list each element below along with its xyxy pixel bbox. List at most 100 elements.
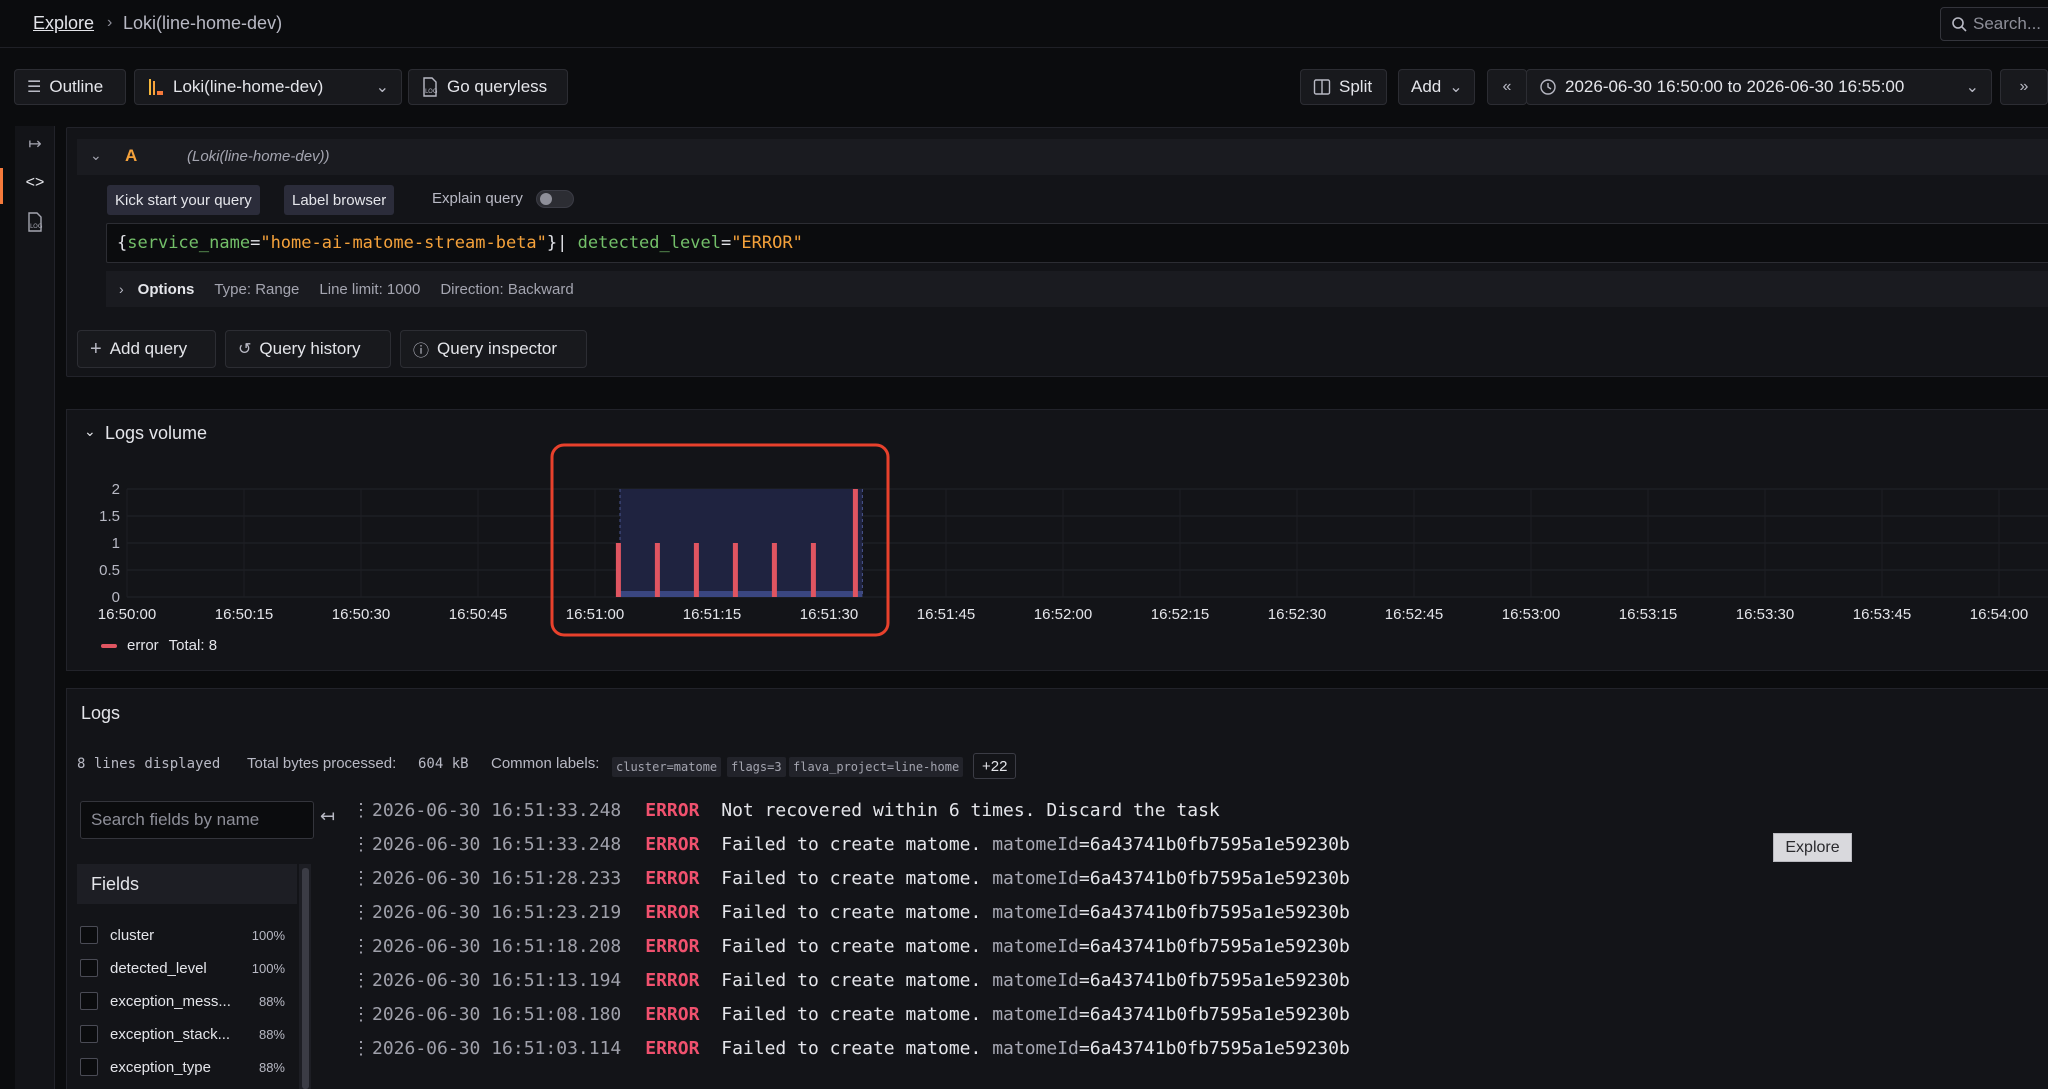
fields-search-input[interactable]: Search fields by name <box>80 801 314 839</box>
legend-total: Total: 8 <box>168 637 218 654</box>
volume-bar <box>771 543 777 597</box>
volume-bar <box>852 489 858 597</box>
chart-legend[interactable]: error Total: 8 <box>101 637 217 654</box>
field-name: exception_type <box>110 1058 211 1076</box>
log-timestamp: 2026-06-30 16:51:33.248 <box>372 833 622 855</box>
field-checkbox[interactable] <box>80 992 98 1010</box>
logs-volume-chart: 0 0.5 1 1.5 2 16:50:00 16:50:15 16:50:30 16:50:4… <box>98 443 2048 637</box>
log-level: ERROR <box>645 1037 700 1059</box>
log-row-menu-icon[interactable]: ⋮ <box>350 902 372 923</box>
volume-bar <box>732 543 738 597</box>
lines-displayed: 8 lines displayed <box>77 756 221 772</box>
field-name: exception_stack... <box>110 1025 231 1043</box>
log-row[interactable]: ⋮ 2026-06-30 16:51:23.219 ERROR Failed to c… <box>350 895 1350 929</box>
log-level: ERROR <box>645 969 700 991</box>
log-row[interactable]: ⋮ 2026-06-30 16:51:03.114 ERROR Failed to c… <box>350 1031 1350 1065</box>
common-label-chip: flags=3 <box>727 757 786 777</box>
field-item[interactable]: exception_type 88% <box>80 1052 285 1082</box>
common-labels-label: Common labels: <box>491 755 600 772</box>
log-row-menu-icon[interactable]: ⋮ <box>350 834 372 855</box>
log-row-menu-icon[interactable]: ⋮ <box>350 1038 372 1059</box>
log-field-key: matomeId <box>992 1003 1079 1025</box>
field-item[interactable]: exception_stack... 88% <box>80 1019 285 1049</box>
log-message: Not recovered within 6 times. Discard th… <box>721 799 1220 821</box>
field-checkbox[interactable] <box>80 1058 98 1076</box>
y-tick-label: 2 <box>112 481 120 498</box>
log-row-menu-icon[interactable]: ⋮ <box>350 936 372 957</box>
x-tick-label: 16:51:45 <box>917 606 975 623</box>
field-item[interactable]: detected_level 100% <box>80 953 285 983</box>
log-message: Failed to create matome. <box>721 969 993 991</box>
x-tick-label: 16:51:30 <box>800 606 858 623</box>
log-field-key: matomeId <box>992 969 1079 991</box>
field-item[interactable]: exception_mess... 88% <box>80 986 285 1016</box>
log-field-key: matomeId <box>992 1037 1079 1059</box>
log-level: ERROR <box>645 833 700 855</box>
more-labels-button[interactable]: +22 <box>973 753 1017 779</box>
x-tick-label: 16:52:15 <box>1151 606 1209 623</box>
x-tick-label: 16:50:15 <box>215 606 273 623</box>
log-message: Failed to create matome. <box>721 833 993 855</box>
x-tick-label: 16:52:30 <box>1268 606 1326 623</box>
log-row[interactable]: ⋮ 2026-06-30 16:51:08.180 ERROR Failed to c… <box>350 997 1350 1031</box>
x-tick-label: 16:51:15 <box>683 606 741 623</box>
log-timestamp: 2026-06-30 16:51:03.114 <box>372 1037 622 1059</box>
field-percentage: 100% <box>251 960 285 976</box>
field-item[interactable]: cluster 100% <box>80 920 285 950</box>
log-field-value: =6a43741b0fb7595a1e59230b <box>1078 1037 1350 1059</box>
log-timestamp: 2026-06-30 16:51:18.208 <box>372 935 622 957</box>
field-name: cluster <box>110 926 155 944</box>
explore-button[interactable]: Explore <box>1773 833 1852 862</box>
log-level: ERROR <box>645 901 700 923</box>
x-tick-label: 16:50:00 <box>98 606 156 623</box>
log-row-menu-icon[interactable]: ⋮ <box>350 800 372 821</box>
log-row[interactable]: ⋮ 2026-06-30 16:51:18.208 ERROR Failed to c… <box>350 929 1350 963</box>
log-timestamp: 2026-06-30 16:51:08.180 <box>372 1003 622 1025</box>
log-field-value: =6a43741b0fb7595a1e59230b <box>1078 1003 1350 1025</box>
log-row-menu-icon[interactable]: ⋮ <box>350 970 372 991</box>
log-level: ERROR <box>645 1003 700 1025</box>
field-checkbox[interactable] <box>80 1025 98 1043</box>
log-field-value: =6a43741b0fb7595a1e59230b <box>1078 935 1350 957</box>
log-field-value: =6a43741b0fb7595a1e59230b <box>1078 969 1350 991</box>
collapse-sidebar-icon[interactable]: ↤ <box>320 806 335 827</box>
log-timestamp: 2026-06-30 16:51:23.219 <box>372 901 622 923</box>
fields-search-placeholder: Search fields by name <box>91 810 260 829</box>
log-field-value: =6a43741b0fb7595a1e59230b <box>1078 833 1350 855</box>
fields-scrollbar-thumb[interactable] <box>302 868 309 1089</box>
x-tick-label: 16:50:45 <box>449 606 507 623</box>
log-field-key: matomeId <box>992 867 1079 889</box>
log-field-key: matomeId <box>992 901 1079 923</box>
log-row[interactable]: ⋮ 2026-06-30 16:51:33.248 ERROR Failed to c… <box>350 827 1350 861</box>
log-timestamp: 2026-06-30 16:51:33.248 <box>372 799 622 821</box>
y-tick-label: 0.5 <box>99 562 120 579</box>
log-message: Failed to create matome. <box>721 867 993 889</box>
log-message: Failed to create matome. <box>721 1037 993 1059</box>
log-row-menu-icon[interactable]: ⋮ <box>350 1004 372 1025</box>
log-row[interactable]: ⋮ 2026-06-30 16:51:13.194 ERROR Failed to c… <box>350 963 1350 997</box>
log-message: Failed to create matome. <box>721 935 993 957</box>
bytes-processed-label: Total bytes processed: <box>247 755 397 772</box>
log-row[interactable]: ⋮ 2026-06-30 16:51:33.248 ERROR Not recover… <box>350 793 1220 827</box>
field-name: detected_level <box>110 959 207 977</box>
field-name: exception_mess... <box>110 992 231 1010</box>
x-tick-label: 16:53:15 <box>1619 606 1677 623</box>
log-row-menu-icon[interactable]: ⋮ <box>350 868 372 889</box>
log-timestamp: 2026-06-30 16:51:13.194 <box>372 969 622 991</box>
x-tick-label: 16:54:00 <box>1970 606 2028 623</box>
common-label-chip: cluster=matome <box>612 757 722 777</box>
field-checkbox[interactable] <box>80 926 98 944</box>
log-row[interactable]: ⋮ 2026-06-30 16:51:28.233 ERROR Failed to c… <box>350 861 1350 895</box>
field-checkbox[interactable] <box>80 959 98 977</box>
fields-header: Fields <box>77 864 297 904</box>
y-tick-label: 0 <box>112 589 120 606</box>
volume-bar <box>654 543 660 597</box>
y-tick-label: 1 <box>112 535 120 552</box>
log-level: ERROR <box>645 799 700 821</box>
x-tick-label: 16:53:30 <box>1736 606 1794 623</box>
field-percentage: 88% <box>258 1026 285 1042</box>
y-tick-label: 1.5 <box>99 508 120 525</box>
x-tick-label: 16:50:30 <box>332 606 390 623</box>
legend-swatch <box>101 643 117 648</box>
legend-series-name: error <box>127 637 159 654</box>
